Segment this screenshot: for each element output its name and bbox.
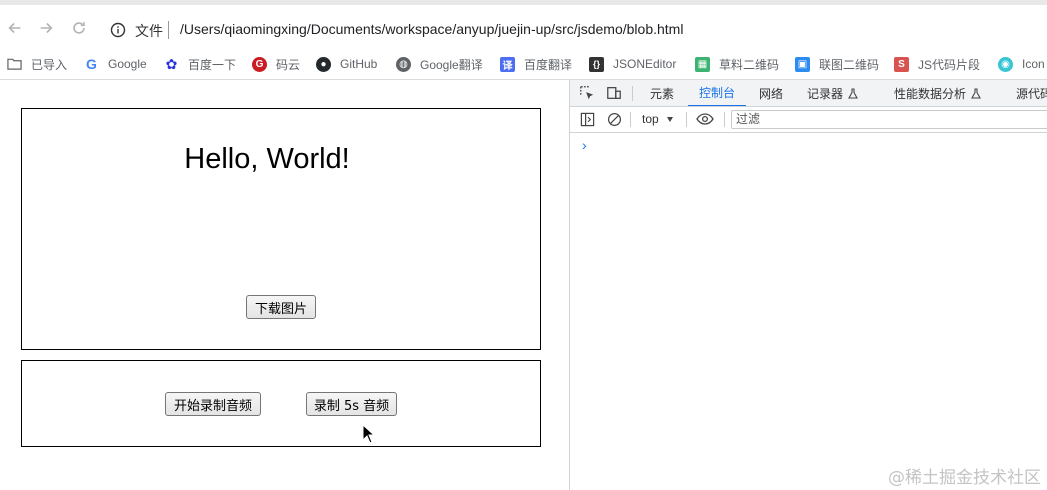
inspect-element-icon[interactable]	[578, 84, 596, 102]
github-icon: ●	[316, 56, 331, 72]
canvas-container: Hello, World! 下载图片	[21, 108, 541, 350]
bookmark-label: 联图二维码	[819, 57, 880, 72]
bookmark-label: 已导入	[31, 57, 68, 72]
download-image-button[interactable]: 下载图片	[246, 295, 316, 319]
bookmark-github[interactable]: ● GitHub	[316, 54, 377, 74]
console-toolbar: top 过滤	[570, 107, 1047, 133]
page-viewport: Hello, World! 下载图片 开始录制音频 录制 5s 音频	[0, 80, 569, 490]
folder-icon	[7, 57, 22, 72]
start-recording-button[interactable]: 开始录制音频	[165, 392, 261, 416]
live-expression-eye-icon[interactable]	[696, 110, 714, 128]
tab-separator	[632, 86, 633, 101]
bookmark-label: 码云	[276, 57, 301, 72]
qrcode-icon: ▦	[695, 56, 710, 72]
bookmark-label: Google	[108, 57, 147, 71]
url-field[interactable]: /Users/qiaomingxing/Documents/workspace/…	[180, 21, 683, 37]
bookmark-label: 百度一下	[188, 57, 237, 72]
mouse-cursor-icon	[362, 424, 376, 444]
toolbar-separator	[686, 112, 687, 127]
console-filter-input[interactable]: 过滤	[731, 110, 1047, 129]
devtools-panel: 元素 控制台 网络 记录器 性能数据分析 源代码 top 过滤 ›	[569, 80, 1047, 490]
record-5s-button[interactable]: 录制 5s 音频	[306, 392, 397, 416]
forward-arrow-icon	[40, 22, 53, 34]
bookmark-imported[interactable]: 已导入	[7, 54, 67, 74]
info-icon[interactable]	[110, 22, 126, 38]
tab-performance-insights[interactable]: 性能数据分析	[894, 80, 981, 106]
sidebar-toggle-icon[interactable]	[578, 110, 596, 128]
bookmark-liantu-qrcode[interactable]: ▣ 联图二维码	[795, 54, 879, 74]
tab-sources[interactable]: 源代码	[1016, 80, 1047, 106]
dropdown-caret-icon	[666, 116, 673, 122]
bookmark-label: 草料二维码	[719, 57, 780, 72]
forward-button[interactable]	[35, 17, 57, 39]
devtools-tabbar: 元素 控制台 网络 记录器 性能数据分析 源代码	[570, 80, 1047, 107]
tab-console[interactable]: 控制台	[688, 80, 747, 106]
bookmarks-bar: 已导入 G Google ✿ 百度一下 G 码云 ● GitHub ◍ Goog…	[0, 50, 1047, 80]
page-heading: Hello, World!	[184, 143, 350, 175]
bookmark-js-snippets[interactable]: S JS代码片段	[894, 54, 980, 74]
back-button[interactable]	[4, 17, 26, 39]
audio-controls-container: 开始录制音频 录制 5s 音频	[21, 360, 541, 447]
bookmark-label: Icon	[1022, 57, 1045, 71]
globe-icon: ◍	[396, 56, 411, 72]
clear-console-icon[interactable]	[605, 110, 623, 128]
console-prompt[interactable]: ›	[582, 137, 587, 153]
flask-icon	[848, 88, 858, 99]
baidu-icon: ✿	[165, 55, 178, 72]
google-icon: G	[86, 56, 97, 72]
device-toolbar-icon[interactable]	[605, 84, 623, 102]
bookmark-iconfont[interactable]: ◉ Icon	[998, 54, 1045, 74]
reload-icon	[73, 22, 85, 34]
tab-recorder[interactable]: 记录器	[807, 80, 858, 106]
liantu-icon: ▣	[795, 56, 810, 72]
context-selector[interactable]: top	[642, 112, 673, 126]
bookmark-baidu-translate[interactable]: 译 百度翻译	[500, 54, 572, 74]
context-label: top	[642, 112, 659, 126]
address-separator	[168, 21, 169, 39]
watermark: @稀土掘金技术社区	[888, 468, 1041, 488]
bookmark-google[interactable]: G Google	[84, 54, 147, 74]
back-arrow-icon	[8, 22, 21, 34]
bookmark-label: JSONEditor	[613, 57, 677, 71]
reload-button[interactable]	[68, 17, 90, 39]
bookmark-label: Google翻译	[420, 57, 483, 72]
bookmark-jsoneditor[interactable]: {} JSONEditor	[589, 54, 676, 74]
protocol-label: 文件	[135, 23, 163, 39]
iconfont-icon: ◉	[998, 56, 1013, 72]
bookmark-label: GitHub	[340, 57, 378, 71]
json-icon: {}	[589, 56, 604, 72]
baidu-translate-icon: 译	[500, 56, 515, 72]
gitee-icon: G	[252, 56, 267, 72]
snippet-icon: S	[894, 56, 909, 72]
tab-network[interactable]: 网络	[759, 80, 783, 106]
toolbar-separator	[724, 112, 725, 127]
bookmark-baidu[interactable]: ✿ 百度一下	[164, 54, 236, 74]
bookmark-label: 百度翻译	[524, 57, 573, 72]
flask-icon	[971, 88, 981, 99]
bookmark-gitee[interactable]: G 码云	[252, 54, 300, 74]
bookmark-google-translate[interactable]: ◍ Google翻译	[396, 54, 483, 74]
tab-elements[interactable]: 元素	[650, 80, 674, 106]
toolbar-separator	[630, 112, 631, 127]
bookmark-label: JS代码片段	[918, 57, 981, 72]
tab-label: 记录器	[807, 86, 844, 101]
address-bar: 文件 /Users/qiaomingxing/Documents/workspa…	[0, 0, 1047, 50]
bookmark-caoliao-qrcode[interactable]: ▦ 草料二维码	[695, 54, 779, 74]
tab-label: 性能数据分析	[894, 86, 967, 101]
